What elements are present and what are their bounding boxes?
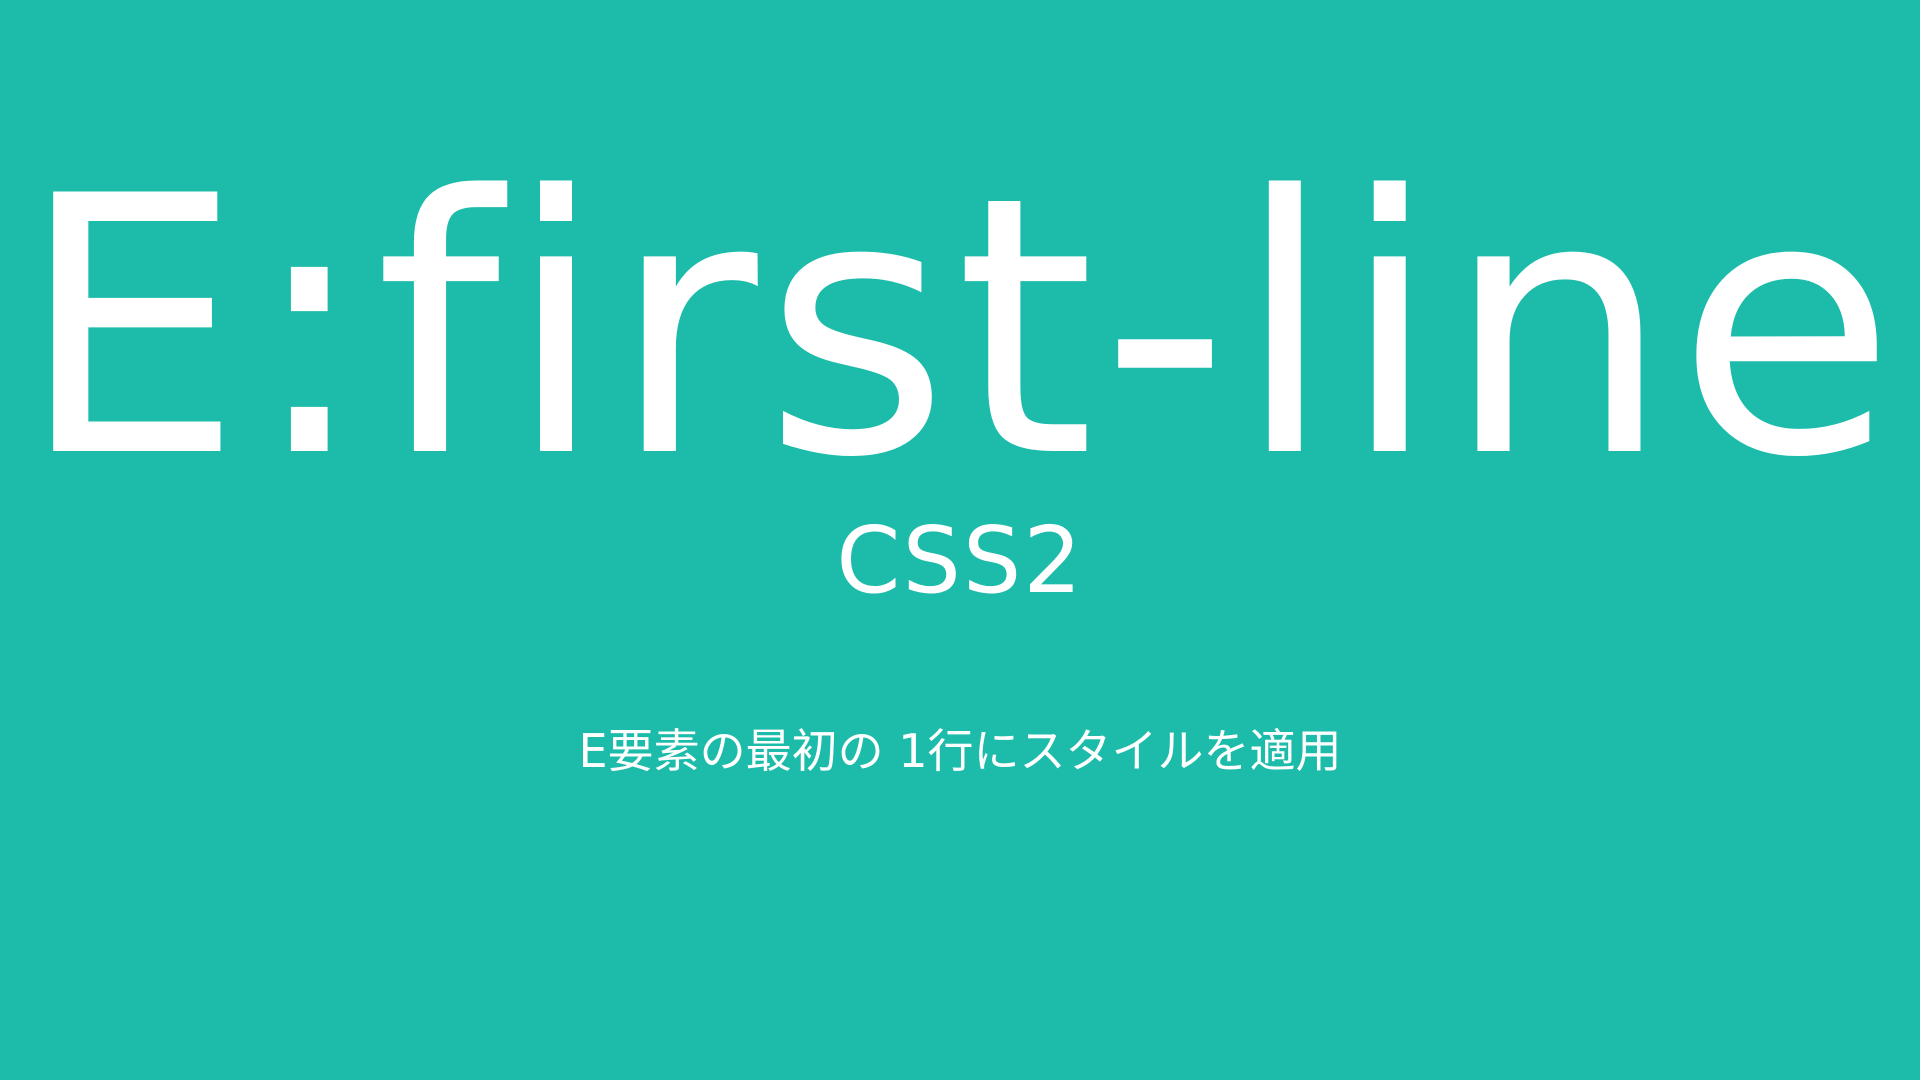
- selector-description: E要素の最初の 1行にスタイルを適用: [578, 724, 1342, 778]
- css-version-label: CSS2: [836, 507, 1084, 614]
- selector-title: E:first-line: [18, 121, 1902, 535]
- slide-canvas: E:first-line CSS2 E要素の最初の 1行にスタイルを適用: [0, 0, 1920, 1080]
